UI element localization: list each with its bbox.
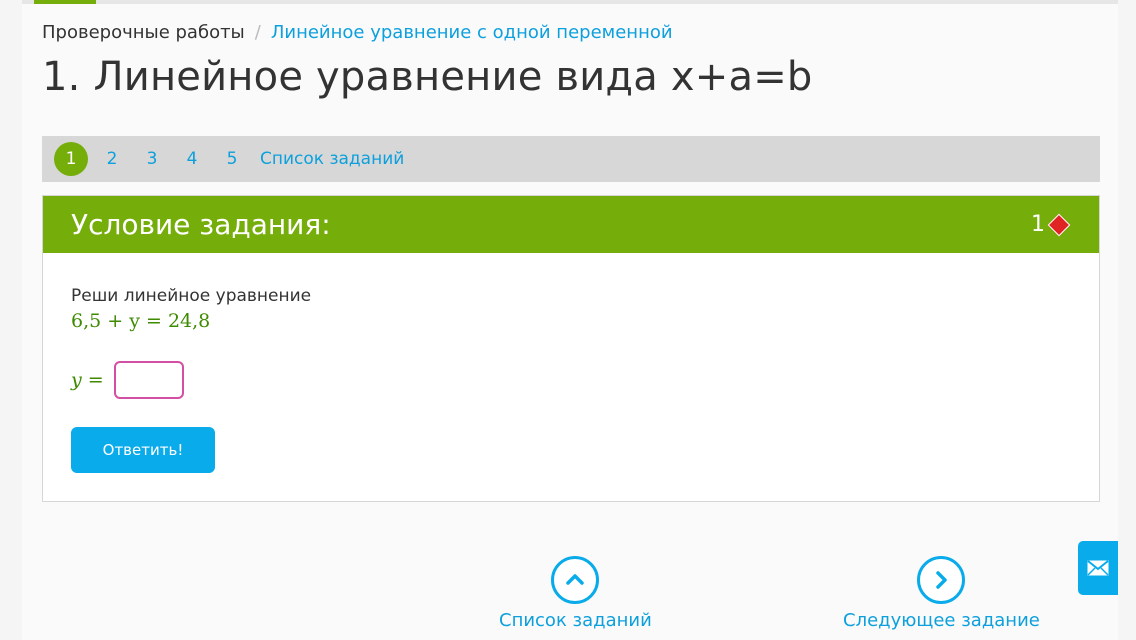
breadcrumb-root[interactable]: Проверочные работы bbox=[42, 22, 245, 43]
task-card: Условие задания: 1 Реши линейное уравнен… bbox=[42, 195, 1100, 502]
task-card-title: Условие задания: bbox=[71, 208, 331, 241]
task-list-nav-label[interactable]: Список заданий bbox=[499, 610, 652, 631]
answer-input[interactable] bbox=[113, 361, 184, 399]
submit-answer-button[interactable]: Ответить! bbox=[71, 427, 215, 473]
page-title: 1. Линейное уравнение вида x+a=b bbox=[42, 54, 813, 100]
task-card-header: Условие задания: 1 bbox=[43, 196, 1099, 253]
task-list-link[interactable]: Список заданий bbox=[260, 149, 404, 169]
task-points: 1 bbox=[1031, 212, 1071, 237]
mail-icon bbox=[1087, 560, 1109, 576]
breadcrumb-current-link[interactable]: Линейное уравнение с одной переменной bbox=[271, 22, 673, 43]
chevron-right-icon[interactable] bbox=[917, 556, 966, 604]
task-points-value: 1 bbox=[1031, 212, 1045, 237]
task-nav-item-5[interactable]: 5 bbox=[212, 149, 252, 169]
chevron-up-icon[interactable] bbox=[551, 556, 600, 604]
task-nav-item-4[interactable]: 4 bbox=[172, 149, 212, 169]
breadcrumb: Проверочные работы / Линейное уравнение с … bbox=[42, 22, 673, 43]
task-equation: 6,5 + y = 24,8 bbox=[71, 310, 211, 332]
task-prompt: Реши линейное уравнение bbox=[71, 286, 312, 306]
task-nav: 1 2 3 4 5 Список заданий bbox=[42, 136, 1100, 182]
task-nav-item-3[interactable]: 3 bbox=[132, 149, 172, 169]
task-list-nav[interactable]: Список заданий bbox=[499, 556, 652, 631]
top-accent-bar bbox=[34, 0, 96, 4]
task-nav-item-1[interactable]: 1 bbox=[54, 142, 88, 176]
next-task-nav-label[interactable]: Следующее задание bbox=[843, 610, 1040, 631]
task-nav-item-2[interactable]: 2 bbox=[92, 149, 132, 169]
diamond-icon bbox=[1047, 213, 1071, 236]
answer-row: y = bbox=[71, 361, 184, 399]
breadcrumb-separator: / bbox=[254, 22, 261, 43]
next-task-nav[interactable]: Следующее задание bbox=[843, 556, 1040, 631]
answer-label: y = bbox=[71, 369, 104, 391]
feedback-button[interactable] bbox=[1078, 541, 1118, 595]
top-strip bbox=[22, 0, 1118, 4]
